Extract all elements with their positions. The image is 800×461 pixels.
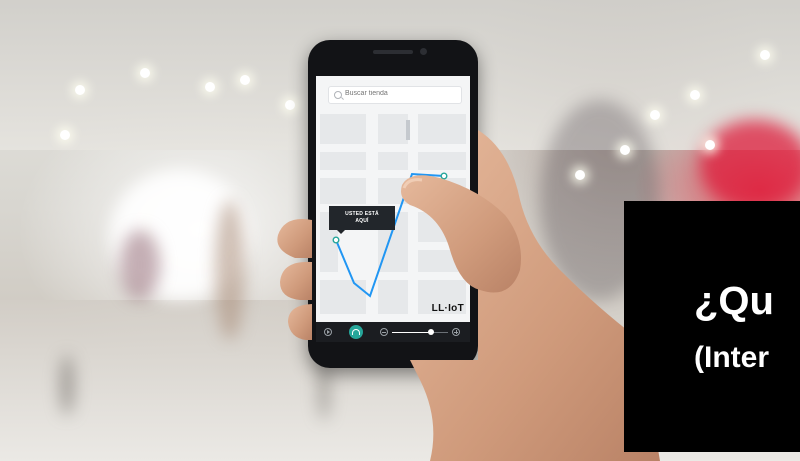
- shopper-blur: [120, 230, 160, 300]
- ceiling-light: [620, 145, 630, 155]
- zoom-in-icon[interactable]: [452, 328, 460, 336]
- map-marker-bar: [406, 120, 410, 140]
- brand-logo: LL·IoT: [431, 303, 464, 314]
- search-bar[interactable]: [328, 86, 462, 104]
- app-screen: USTED ESTÁ AQUÍ LL·IoT: [316, 76, 470, 342]
- overlay-title: ¿Qu: [694, 279, 774, 323]
- shopper-blur: [215, 200, 245, 340]
- zoom-slider-thumb[interactable]: [428, 329, 435, 335]
- title-overlay: ¿Qu (Inter: [624, 201, 800, 452]
- location-bubble-line1: USTED ESTÁ: [345, 211, 379, 217]
- zoom-slider[interactable]: [392, 329, 448, 335]
- phone-speaker: [373, 50, 413, 54]
- bollard-blur: [60, 355, 74, 415]
- red-store-blur: [700, 120, 800, 210]
- phone-camera: [420, 48, 427, 55]
- location-bubble-line2: AQUÍ: [355, 218, 369, 224]
- navigation-icon[interactable]: [349, 325, 363, 339]
- ceiling-light: [60, 130, 70, 140]
- location-bubble: USTED ESTÁ AQUÍ: [329, 206, 395, 234]
- ceiling-light: [75, 85, 85, 95]
- play-icon[interactable]: [324, 328, 332, 336]
- ceiling-light: [140, 68, 150, 78]
- ceiling-light: [240, 75, 250, 85]
- smartphone: USTED ESTÁ AQUÍ LL·IoT: [308, 40, 478, 368]
- zoom-out-icon[interactable]: [380, 328, 388, 336]
- bollard-blur: [318, 360, 330, 420]
- zoom-slider-fill: [392, 331, 432, 333]
- ceiling-light: [650, 110, 660, 120]
- ceiling-light: [285, 100, 295, 110]
- ceiling-light: [705, 140, 715, 150]
- search-icon: [334, 91, 342, 99]
- start-node: [332, 236, 340, 244]
- search-input[interactable]: [345, 90, 455, 97]
- end-node: [440, 172, 448, 180]
- ceiling-light: [575, 170, 585, 180]
- ceiling-light: [760, 50, 770, 60]
- ceiling-light: [690, 90, 700, 100]
- overlay-subtitle: (Inter: [694, 341, 769, 374]
- ceiling-light: [205, 82, 215, 92]
- bottom-toolbar: [316, 322, 470, 342]
